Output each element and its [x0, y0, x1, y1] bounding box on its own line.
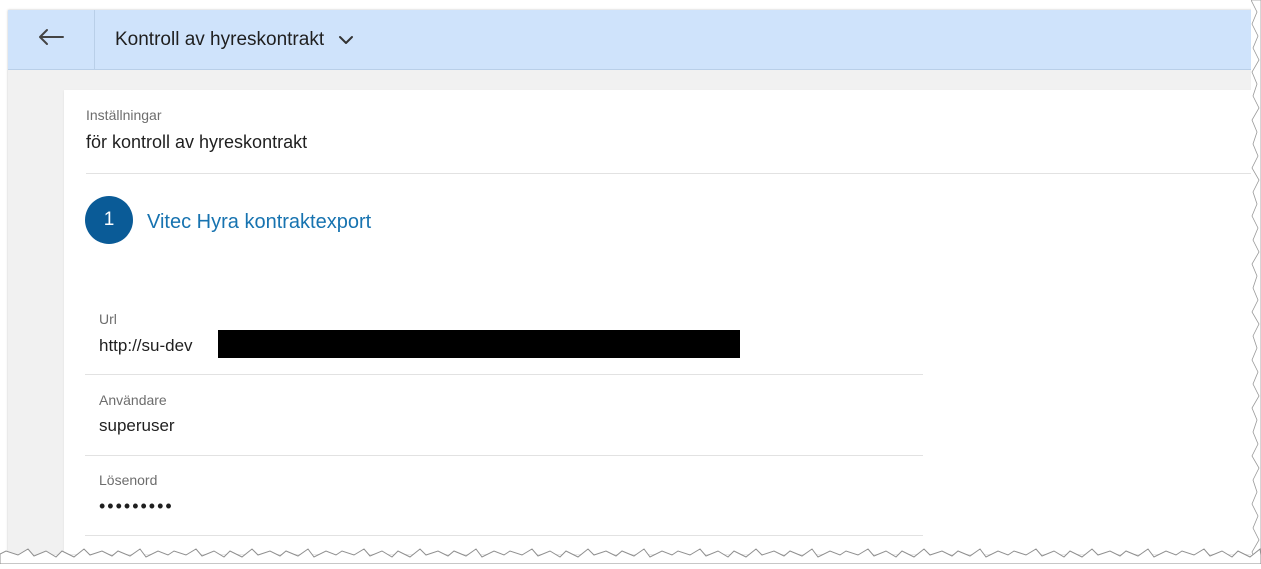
title-dropdown[interactable]: Kontroll av hyreskontrakt [115, 10, 354, 69]
app-window: Kontroll av hyreskontrakt Inställningar … [8, 10, 1253, 554]
url-label: Url [99, 311, 117, 327]
settings-card: Inställningar för kontroll av hyreskontr… [64, 90, 1253, 554]
top-bar: Kontroll av hyreskontrakt [8, 10, 1253, 70]
divider [86, 173, 1253, 174]
step-number-badge: 1 [85, 196, 133, 244]
torn-right-edge [1250, 0, 1261, 565]
torn-bottom-edge [0, 548, 1261, 565]
password-value[interactable]: ••••••••• [99, 496, 174, 517]
user-field[interactable]: Användare superuser [85, 375, 923, 456]
user-value[interactable]: superuser [99, 416, 175, 436]
arrow-left-icon [38, 28, 64, 51]
password-label: Lösenord [99, 472, 158, 488]
page-title: Kontroll av hyreskontrakt [115, 28, 325, 50]
redacted-block [218, 330, 740, 358]
chevron-down-icon [338, 35, 354, 45]
step-title: Vitec Hyra kontraktexport [147, 211, 372, 233]
settings-title: för kontroll av hyreskontrakt [86, 132, 308, 152]
settings-caption: Inställningar [86, 107, 162, 123]
url-value[interactable]: http://su-dev [99, 336, 193, 356]
user-label: Användare [99, 392, 167, 408]
back-button[interactable] [8, 10, 95, 69]
password-field[interactable]: Lösenord ••••••••• [85, 456, 923, 536]
